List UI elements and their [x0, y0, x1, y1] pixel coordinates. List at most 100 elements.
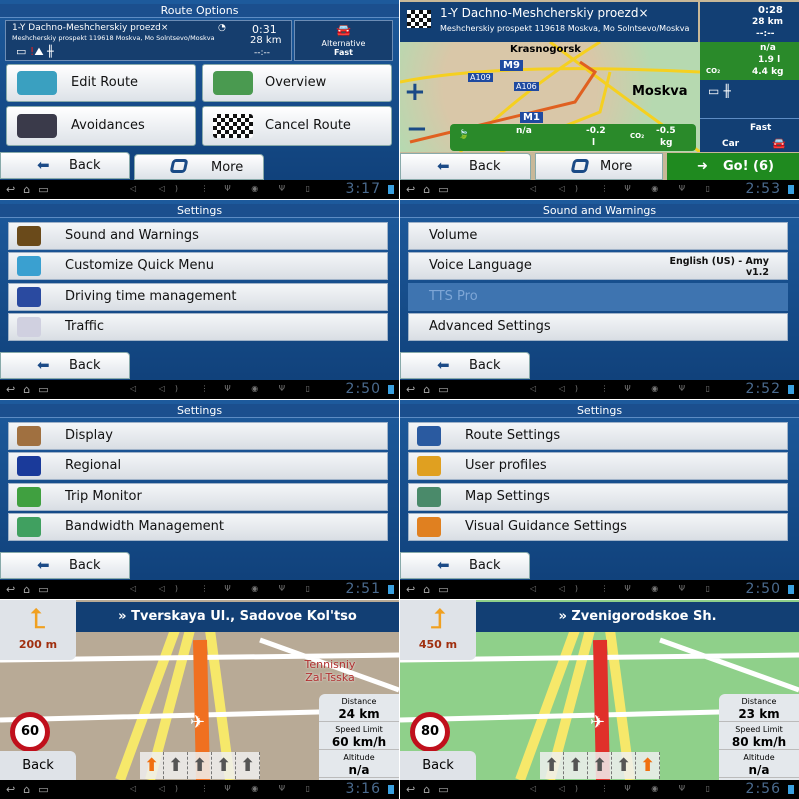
android-nav-icons[interactable]: ↩⌂▭	[406, 183, 457, 196]
menu-item-label: Driving time management	[65, 289, 237, 304]
eco-panel: 🍃 n/a -0.2 l CO₂ -0.5 kg	[450, 124, 696, 151]
android-nav-icons[interactable]: ↩⌂▭	[406, 583, 457, 596]
back-button[interactable]: ⬅ Back	[400, 153, 531, 180]
android-nav-icons[interactable]: ↩⌂▭	[406, 783, 457, 796]
volume-icons[interactable]: ◁ ◁) ⋮	[530, 584, 619, 593]
turn-arrow-icon: ⮥	[429, 602, 447, 635]
route-alternative-button[interactable]: 🚘 Alternative Fast	[294, 20, 393, 61]
more-button[interactable]: More	[134, 154, 264, 180]
menu-item-visual-guidance-settings[interactable]: Visual Guidance Settings	[408, 513, 788, 541]
menu-item-route-settings[interactable]: Route Settings	[408, 422, 788, 450]
clock: 2:51	[345, 581, 381, 597]
menu-item-advanced-settings[interactable]: Advanced Settings	[408, 313, 788, 341]
route-eta: --:--	[756, 29, 775, 39]
android-status-bar: ↩⌂▭ ◁ ◁) ⋮ Ψ ◉ Ψ ▯ 2:56	[400, 780, 799, 799]
info-label: Distance	[741, 697, 777, 706]
clock: 2:56	[745, 781, 781, 797]
menu-item-customize-quick-menu[interactable]: Customize Quick Menu	[8, 252, 388, 280]
battery-icon	[788, 185, 794, 194]
menu-item-map-settings[interactable]: Map Settings	[408, 483, 788, 511]
android-nav-icons[interactable]: ↩⌂▭	[6, 183, 57, 196]
lane-guidance: ⬆ ⬆ ⬆ ⬆ ⬆	[540, 752, 660, 779]
back-button[interactable]: ⬅ Back	[0, 352, 130, 379]
menu-item-volume[interactable]: Volume	[408, 222, 788, 250]
button-label: Edit Route	[71, 75, 139, 90]
menu-item-display[interactable]: Display	[8, 422, 388, 450]
route-method-button[interactable]: Fast Car 🚘	[700, 118, 799, 152]
place-label: Krasnogorsk	[510, 44, 581, 55]
co2-label: CO₂	[706, 67, 721, 75]
menu-item-label: Visual Guidance Settings	[465, 519, 627, 534]
volume-icons[interactable]: ◁ ◁) ⋮	[530, 384, 619, 393]
android-nav-icons[interactable]: ↩⌂▭	[406, 383, 457, 396]
clock: 3:16	[345, 781, 381, 797]
android-nav-icons[interactable]: ↩⌂▭	[6, 783, 57, 796]
lane-arrow-icon: ⬆	[564, 752, 588, 779]
destination-box[interactable]: 1-Y Dachno-Meshcherskiy proezd× Meshcher…	[5, 20, 292, 61]
poi-label: Tennisniy Zal-Tsska	[304, 658, 356, 684]
menu-item-driving-time-management[interactable]: Driving time management	[8, 283, 388, 311]
back-button[interactable]: ⬅ Back	[400, 552, 530, 579]
lane-guidance: ⬆ ⬆ ⬆ ⬆ ⬆	[140, 752, 260, 779]
volume-icons[interactable]: ◁ ◁) ⋮	[130, 184, 219, 193]
android-status-bar: ↩⌂▭ ◁ ◁) ⋮ Ψ ◉ Ψ ▯ 2:50	[0, 380, 399, 399]
go-button[interactable]: ➜ Go! (6)	[667, 153, 799, 180]
clock: 2:50	[745, 581, 781, 597]
destination-box[interactable]: 1-Y Dachno-Meshcherskiy proezd× Meshcher…	[400, 2, 698, 42]
back-button[interactable]: Back	[0, 751, 76, 780]
overview-map[interactable]: Krasnogorsk Moskva M9 A109 A106 M1 + − 🍃…	[400, 42, 700, 152]
menu-item-label: Customize Quick Menu	[65, 258, 214, 273]
menu-item-trip-monitor[interactable]: Trip Monitor	[8, 483, 388, 511]
volume-icons[interactable]: ◁ ◁) ⋮	[530, 184, 619, 193]
more-button[interactable]: More	[535, 153, 663, 180]
clock: 2:53	[745, 181, 781, 197]
back-button[interactable]: ⬅ Back	[400, 352, 530, 379]
menu-item-traffic[interactable]: Traffic	[8, 313, 388, 341]
edit-route-button[interactable]: Edit Route	[6, 64, 196, 102]
checkered-flag-icon	[213, 114, 253, 138]
back-button[interactable]: Back	[400, 751, 476, 780]
zoom-out-button[interactable]: −	[406, 114, 428, 144]
volume-icons[interactable]: ◁ ◁) ⋮	[130, 584, 219, 593]
trip-info-panel[interactable]: Distance 24 km Speed Limit 60 km/h Altitude n…	[319, 694, 399, 780]
next-turn-panel[interactable]: ⮤ 200 m	[0, 600, 76, 660]
menu-item-regional[interactable]: Regional	[8, 452, 388, 480]
volume-icons[interactable]: ◁ ◁) ⋮	[530, 784, 619, 793]
android-nav-icons[interactable]: ↩⌂▭	[6, 583, 57, 596]
menu-item-tts-pro[interactable]: TTS Pro	[408, 283, 788, 311]
volume-icons[interactable]: ◁ ◁) ⋮	[130, 784, 219, 793]
back-label: Back	[69, 358, 101, 373]
avoidances-button[interactable]: Avoidances	[6, 106, 196, 146]
menu-item-label: Regional	[65, 458, 122, 473]
volume-icons[interactable]: ◁ ◁) ⋮	[130, 384, 219, 393]
next-turn-panel[interactable]: ⮥ 450 m	[400, 600, 476, 660]
clock-icon: ◔	[218, 23, 226, 33]
overview-button[interactable]: Overview	[202, 64, 392, 102]
android-nav-icons[interactable]: ↩⌂▭	[6, 383, 57, 396]
trip-info-panel[interactable]: Distance 23 km Speed Limit 80 km/h Altitude n…	[719, 694, 799, 780]
info-value: 23 km	[738, 707, 780, 721]
back-button[interactable]: ⬅ Back	[0, 152, 130, 179]
menu-item-user-profiles[interactable]: User profiles	[408, 452, 788, 480]
cancel-route-button[interactable]: Cancel Route	[202, 106, 392, 146]
road-label: A106	[514, 82, 539, 91]
menu-item-voice-language[interactable]: Voice Language English (US) - Amy v1.2	[408, 252, 788, 280]
zoom-in-button[interactable]: +	[404, 77, 426, 107]
back-label: Back	[469, 558, 501, 573]
menu-item-bandwidth-management[interactable]: Bandwidth Management	[8, 513, 388, 541]
lane-arrow-icon: ⬆	[188, 752, 212, 779]
eco-cost: n/a	[516, 126, 532, 136]
back-button[interactable]: ⬅ Back	[0, 552, 130, 579]
battery-icon	[388, 385, 394, 394]
vehicle-icon: ✈	[590, 712, 606, 733]
android-status-bar: ↩⌂▭ ◁ ◁) ⋮ Ψ ◉ Ψ ▯ 3:16	[0, 780, 399, 799]
menu-item-sound-and-warnings[interactable]: Sound and Warnings	[8, 222, 388, 250]
destination-name: 1-Y Dachno-Meshcherskiy proezd×	[440, 6, 649, 20]
info-label: Altitude	[343, 753, 375, 762]
eco-co2: -0.5	[656, 126, 676, 136]
info-value: 80 km/h	[731, 735, 787, 749]
navigation-screen: ✈ Tennisniy Zal-Tsska » Tverskaya Ul., Sad…	[0, 600, 399, 799]
battery-icon	[388, 785, 394, 794]
info-value: 24 km	[338, 707, 380, 721]
clock: 2:50	[345, 381, 381, 397]
